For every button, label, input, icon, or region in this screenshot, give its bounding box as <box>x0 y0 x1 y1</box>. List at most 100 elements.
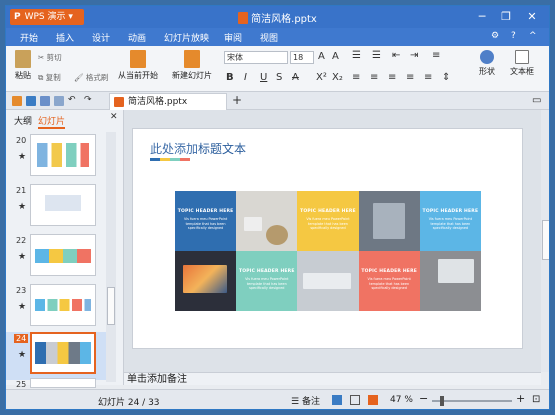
slide-thumbnail[interactable]: 22 ★ <box>6 234 106 282</box>
cut-label: 剪切 <box>46 53 62 62</box>
shape-button[interactable]: 形状 <box>472 50 502 77</box>
align-center-icon[interactable]: ≡ <box>370 72 378 83</box>
zoom-slider[interactable] <box>432 400 512 402</box>
menu-home[interactable]: 开始 <box>20 31 38 44</box>
settings-icon[interactable]: ⚙ <box>491 31 499 41</box>
close-panel-icon[interactable]: ✕ <box>110 112 118 122</box>
thumbnail-number: 25 <box>16 380 27 389</box>
indent-icon[interactable]: ⇤ <box>392 50 400 61</box>
topic-card[interactable]: TOPIC HEADER HERE Vis fuera meu PowerPoin… <box>358 251 420 311</box>
textbox-button[interactable]: 文本框 <box>504 50 540 77</box>
zoom-slider-thumb[interactable] <box>440 396 444 406</box>
font-size-select[interactable]: 18 <box>290 51 314 64</box>
shrink-font-icon[interactable]: A <box>332 51 339 62</box>
topic-card[interactable]: TOPIC HEADER HERE Vis fuera meu PowerPoin… <box>175 191 237 251</box>
scrollbar-thumb[interactable] <box>107 287 115 325</box>
sorter-view-icon[interactable] <box>350 395 360 405</box>
grow-font-icon[interactable]: A <box>318 51 325 62</box>
numbering-icon[interactable]: ☰ <box>372 50 381 61</box>
star-icon: ★ <box>18 152 27 162</box>
collapse-ribbon-icon[interactable]: ^ <box>529 31 537 41</box>
menu-design[interactable]: 设计 <box>92 31 110 44</box>
undo-icon[interactable]: ↶ <box>68 95 76 105</box>
save-icon[interactable] <box>26 96 36 106</box>
thumbnail-scrollbar[interactable] <box>106 132 116 382</box>
line-spacing-icon[interactable]: ≡ <box>432 50 440 61</box>
slide-title[interactable]: 此处添加标题文本 <box>150 140 246 157</box>
help-icon[interactable]: ? <box>511 31 516 41</box>
pptx-file-icon <box>114 97 124 107</box>
topic-card[interactable]: TOPIC HEADER HERE Vis fuera meu PowerPoin… <box>297 191 359 251</box>
slide-count: 幻灯片 24 / 33 <box>98 398 160 408</box>
cut-button[interactable]: ✂ 剪切 <box>38 52 62 63</box>
document-tab-label: 简洁风格.pptx <box>128 97 188 107</box>
tab-outline[interactable]: 大纲 <box>14 114 32 127</box>
slideshow-view-icon[interactable] <box>368 395 378 405</box>
font-name-select[interactable]: 宋体 <box>224 51 288 64</box>
topic-card[interactable]: TOPIC HEADER HERE Vis fuera meu PowerPoin… <box>236 251 298 311</box>
align-left-icon[interactable]: ≡ <box>352 72 360 83</box>
document-tab[interactable]: 简洁风格.pptx <box>109 93 227 110</box>
slide[interactable]: 此处添加标题文本 TOPIC HEADER HERE Vis fuera meu … <box>132 128 523 349</box>
minimize-button[interactable]: ─ <box>474 10 490 24</box>
paste-button[interactable]: 粘贴 <box>12 50 34 81</box>
slide-panel: 大纲 幻灯片 ✕ 20 ★ 21 ★ 22 ★ 23 ★ 24 ★ 25 <box>6 110 124 389</box>
text-direction-icon[interactable]: ⇕ <box>442 72 450 83</box>
topic-card[interactable]: TOPIC HEADER HERE Vis fuera meu PowerPoin… <box>419 191 481 251</box>
canvas-scrollbar[interactable] <box>541 110 549 372</box>
outdent-icon[interactable]: ⇥ <box>410 50 418 61</box>
photo-monitor <box>437 259 474 283</box>
menu-slideshow[interactable]: 幻灯片放映 <box>164 31 209 44</box>
slide-thumbnail[interactable]: 21 ★ <box>6 184 106 232</box>
new-slide-button[interactable]: 新建幻灯片 <box>166 50 218 81</box>
distribute-icon[interactable]: ≡ <box>424 72 432 83</box>
format-painter-button[interactable]: 🖌 格式刷 <box>74 72 108 83</box>
zoom-in-icon[interactable]: + <box>516 392 525 405</box>
bold-icon[interactable]: B <box>226 72 234 83</box>
restore-button[interactable]: ❐ <box>498 10 514 24</box>
slide-thumbnail-selected[interactable]: 24 ★ <box>6 332 106 380</box>
thumbnail-preview <box>30 378 96 388</box>
underline-icon[interactable]: U <box>260 72 267 83</box>
photo-cup <box>244 217 263 231</box>
menu-view[interactable]: 视图 <box>260 31 278 44</box>
open-icon[interactable] <box>12 96 22 106</box>
notes-button-label: 备注 <box>301 397 320 407</box>
star-icon: ★ <box>18 350 27 360</box>
slide-title-part2: 标题文本 <box>198 142 247 156</box>
redo-icon[interactable]: ↷ <box>84 95 92 105</box>
slide-thumbnail[interactable]: 20 ★ <box>6 134 106 182</box>
strike-icon[interactable]: A <box>292 72 299 83</box>
canvas-scrollbar-thumb[interactable] <box>542 220 549 260</box>
photo-laptop <box>175 251 237 311</box>
slide-thumbnail[interactable]: 23 ★ <box>6 284 106 332</box>
close-button[interactable]: ✕ <box>524 10 540 24</box>
print-icon[interactable] <box>40 96 50 106</box>
align-right-icon[interactable]: ≡ <box>388 72 396 83</box>
copy-button[interactable]: ⧉ 复制 <box>38 72 61 83</box>
tab-slides[interactable]: 幻灯片 <box>38 114 66 129</box>
fit-window-icon[interactable]: ⊡ <box>532 394 540 405</box>
from-current-label: 从当前开始 <box>118 71 158 80</box>
tab-menu-icon[interactable]: ▭ <box>532 95 541 106</box>
menu-animation[interactable]: 动画 <box>128 31 146 44</box>
zoom-out-icon[interactable]: − <box>419 392 428 405</box>
new-tab-icon[interactable]: + <box>232 93 242 107</box>
italic-icon[interactable]: I <box>244 72 247 83</box>
star-icon: ★ <box>18 302 27 312</box>
photo-desk <box>236 191 298 251</box>
notes-area[interactable]: 单击添加备注 <box>124 372 541 385</box>
menu-review[interactable]: 审阅 <box>224 31 242 44</box>
normal-view-icon[interactable] <box>332 395 342 405</box>
superscript-icon[interactable]: X² <box>316 72 327 83</box>
font-name-value: 宋体 <box>227 53 243 62</box>
from-current-button[interactable]: 从当前开始 <box>114 50 162 81</box>
menu-insert[interactable]: 插入 <box>56 31 74 44</box>
shadow-icon[interactable]: S <box>276 72 282 83</box>
new-slide-icon <box>184 50 200 68</box>
bullets-icon[interactable]: ☰ <box>352 50 361 61</box>
preview-icon[interactable] <box>54 96 64 106</box>
notes-button[interactable]: ☰ 备注 <box>291 394 320 407</box>
justify-icon[interactable]: ≡ <box>406 72 414 83</box>
subscript-icon[interactable]: X₂ <box>332 72 343 83</box>
